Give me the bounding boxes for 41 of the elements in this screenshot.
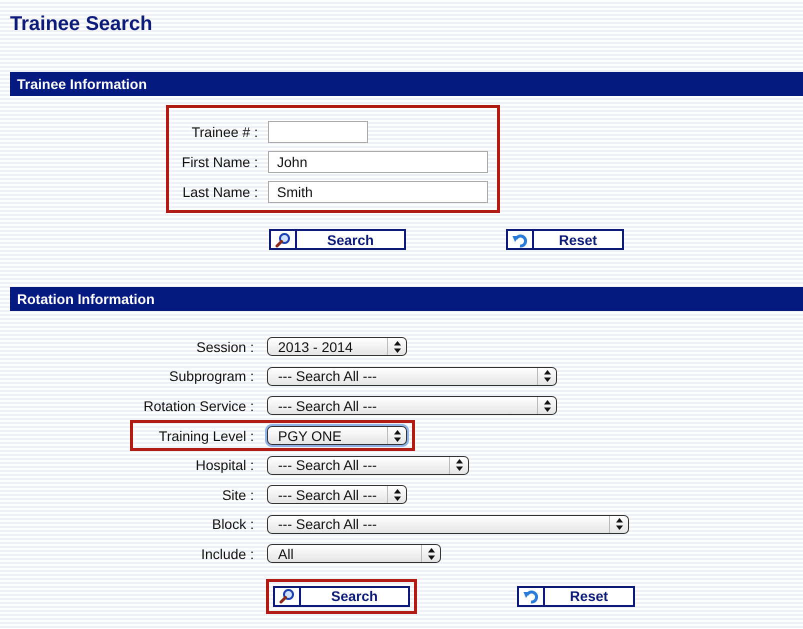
field-label: Subprogram : <box>168 368 254 384</box>
updown-arrows-icon <box>616 518 622 530</box>
reset-button[interactable]: Reset <box>506 229 624 250</box>
updown-arrows-icon <box>456 459 462 472</box>
reset-button[interactable]: Reset <box>517 586 635 607</box>
field-label: Include : <box>200 546 254 562</box>
field-label: Rotation Service : <box>142 398 254 414</box>
section-header: Trainee Information <box>10 72 803 96</box>
select-dropdown[interactable]: --- Search All --- <box>267 514 629 534</box>
page-title: Trainee Search <box>10 12 154 37</box>
updown-arrows-icon <box>544 370 550 382</box>
field-label: Session : <box>195 338 254 355</box>
select-dropdown[interactable]: --- Search All --- <box>267 485 407 504</box>
search-button[interactable]: Search <box>273 586 410 607</box>
select-dropdown[interactable]: --- Search All --- <box>267 396 557 416</box>
updown-arrows-icon <box>544 400 550 412</box>
select-dropdown[interactable]: 2013 - 2014 <box>267 337 407 356</box>
updown-arrows-icon <box>394 430 400 442</box>
select-dropdown[interactable]: All <box>267 544 441 564</box>
field-label: Training Level : <box>158 428 254 444</box>
updown-arrows-icon <box>394 340 400 353</box>
select-dropdown[interactable]: --- Search All --- <box>267 456 469 475</box>
search-button[interactable]: Search <box>269 229 406 250</box>
field-label: Last Name : <box>182 184 258 200</box>
field-label: Site : <box>221 486 254 503</box>
input-field[interactable] <box>268 121 368 143</box>
input-field[interactable]: John <box>268 151 488 173</box>
search-icon <box>279 588 295 604</box>
field-label: Block : <box>210 516 254 532</box>
select-dropdown[interactable]: --- Search All --- <box>267 366 557 386</box>
undo-icon <box>523 588 539 604</box>
field-label: Trainee # : <box>190 124 258 140</box>
section-header: Rotation Information <box>10 287 803 311</box>
undo-icon <box>512 232 528 248</box>
field-label: First Name : <box>180 154 258 170</box>
field-label: Hospital : <box>194 457 254 474</box>
updown-arrows-icon <box>394 488 400 501</box>
search-icon <box>275 232 291 248</box>
select-dropdown[interactable]: PGY ONE <box>267 426 407 446</box>
updown-arrows-icon <box>428 548 434 560</box>
input-field[interactable]: Smith <box>268 181 488 203</box>
